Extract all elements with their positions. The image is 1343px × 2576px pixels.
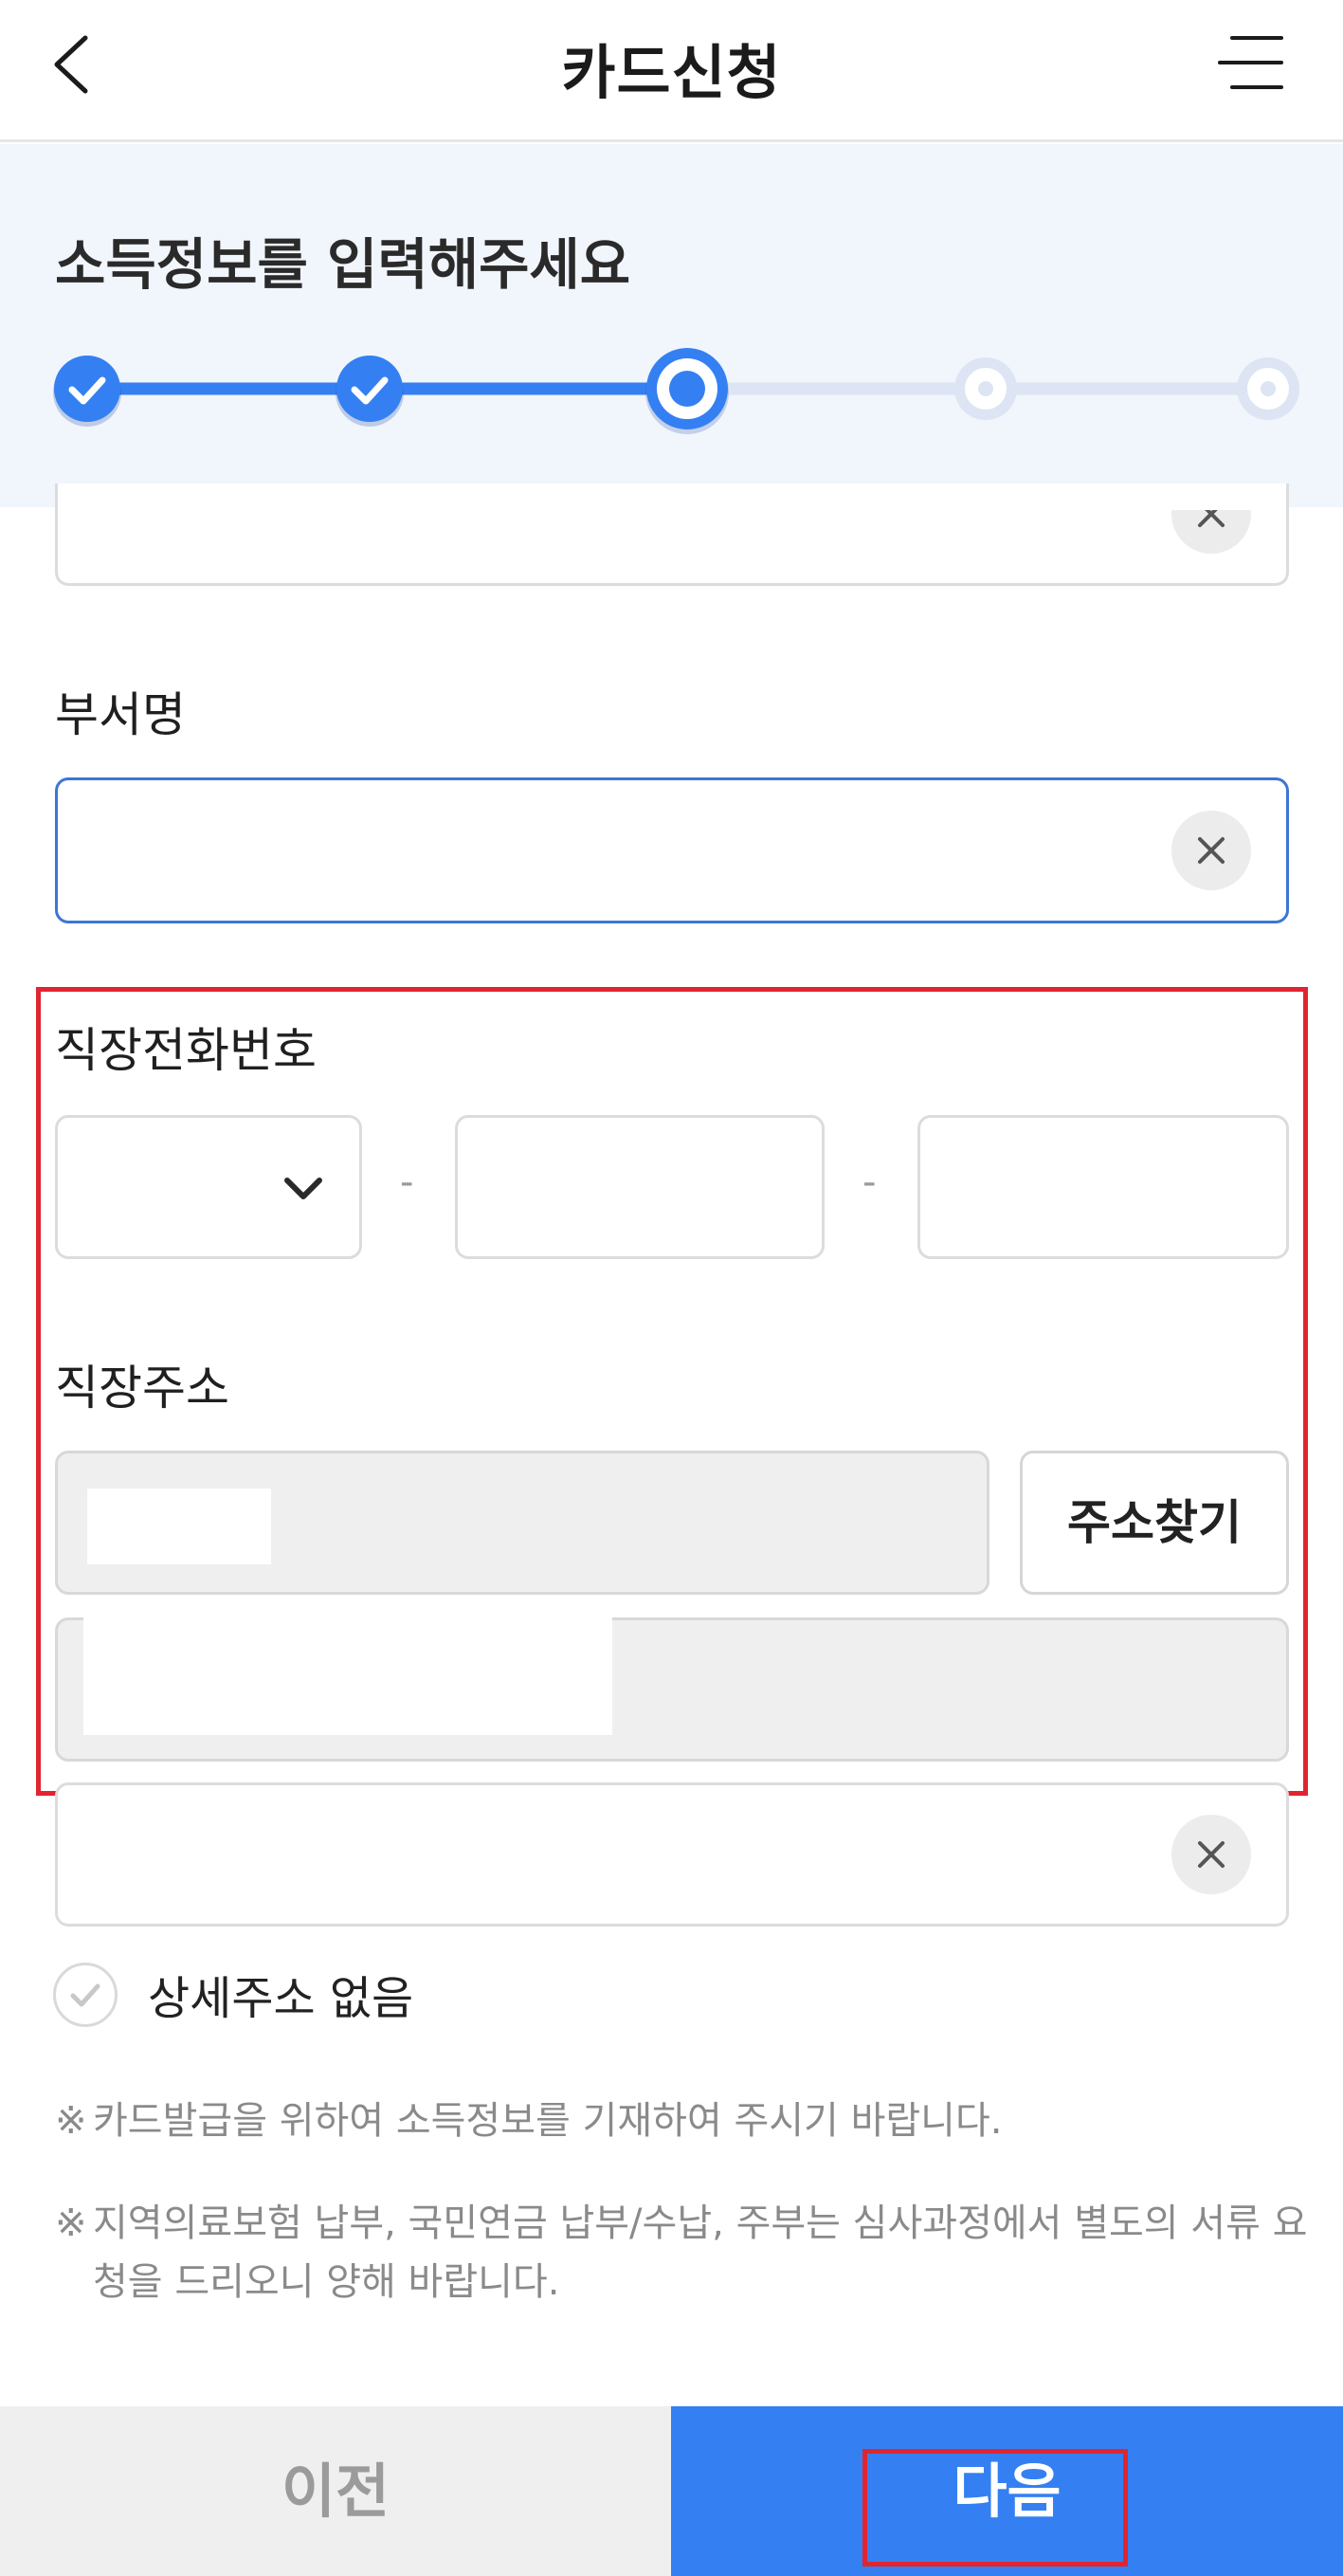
phone-area-code-select[interactable]	[55, 1115, 362, 1259]
redacted-zip-code	[87, 1489, 271, 1564]
progress-panel: 소득정보를 입력해주세요	[0, 144, 1343, 507]
notice-1: ※ 카드발급을 위하여 소득정보를 기재하여 주시기 바랍니다.	[55, 2092, 1316, 2150]
detail-address-input[interactable]	[55, 1782, 1289, 1927]
phone-separator-2: -	[862, 1160, 877, 1204]
work-address-label: 직장주소	[55, 1361, 229, 1416]
step-2-complete-icon	[336, 356, 404, 427]
phone-last-input[interactable]	[917, 1115, 1289, 1259]
redacted-value	[95, 502, 370, 512]
step-progress-bar	[53, 348, 1299, 434]
notice-1-text: 카드발급을 위하여 소득정보를 기재하여 주시기 바랍니다.	[93, 2099, 1003, 2143]
no-detail-address-label[interactable]: 상세주소 없음	[148, 1961, 413, 2027]
department-label: 부서명	[55, 687, 186, 742]
work-phone-label: 직장전화번호	[55, 1023, 317, 1078]
phone-middle-input[interactable]	[455, 1115, 825, 1259]
notice-2-text: 지역의료보험 납부, 국민연금 납부/수납, 주부는 심사과정에서 별도의 서류…	[93, 2201, 1308, 2304]
prev-button[interactable]: 이전	[0, 2406, 671, 2576]
close-icon	[1198, 1841, 1225, 1868]
notice-mark: ※	[55, 2099, 87, 2143]
department-input[interactable]	[55, 777, 1289, 923]
notice-2: ※ 지역의료보험 납부, 국민연금 납부/수납, 주부는 심사과정에서 별도의 …	[55, 2194, 1316, 2311]
redacted-base-address	[83, 1617, 612, 1735]
hamburger-menu-icon	[1218, 36, 1283, 89]
company-name-input[interactable]	[55, 484, 1289, 586]
step-3-current-icon	[645, 348, 729, 434]
detail-address-clear-button[interactable]	[1171, 1815, 1251, 1894]
phone-separator-1: -	[400, 1160, 414, 1204]
step-5-pending-icon	[1237, 357, 1299, 420]
address-search-button[interactable]: 주소찾기	[1020, 1451, 1289, 1595]
page-title: 카드신청	[561, 38, 782, 107]
step-4-pending-icon	[954, 357, 1017, 420]
app-header: 카드신청	[0, 0, 1343, 142]
menu-button[interactable]	[1215, 32, 1291, 99]
no-detail-address-checkbox[interactable]	[53, 1963, 118, 2027]
chevron-down-icon	[284, 1178, 322, 1199]
check-icon	[70, 1983, 100, 2007]
notice-mark: ※	[55, 2201, 87, 2245]
department-clear-button[interactable]	[1171, 811, 1251, 890]
next-button[interactable]: 다음	[671, 2406, 1343, 2576]
step-1-complete-icon	[53, 356, 121, 427]
card-application-page: 카드신청 소득정보를 입력해주세요 부서명 직장전화번호 - - 직장주소 주소…	[0, 0, 1343, 2576]
close-icon	[1198, 837, 1225, 864]
